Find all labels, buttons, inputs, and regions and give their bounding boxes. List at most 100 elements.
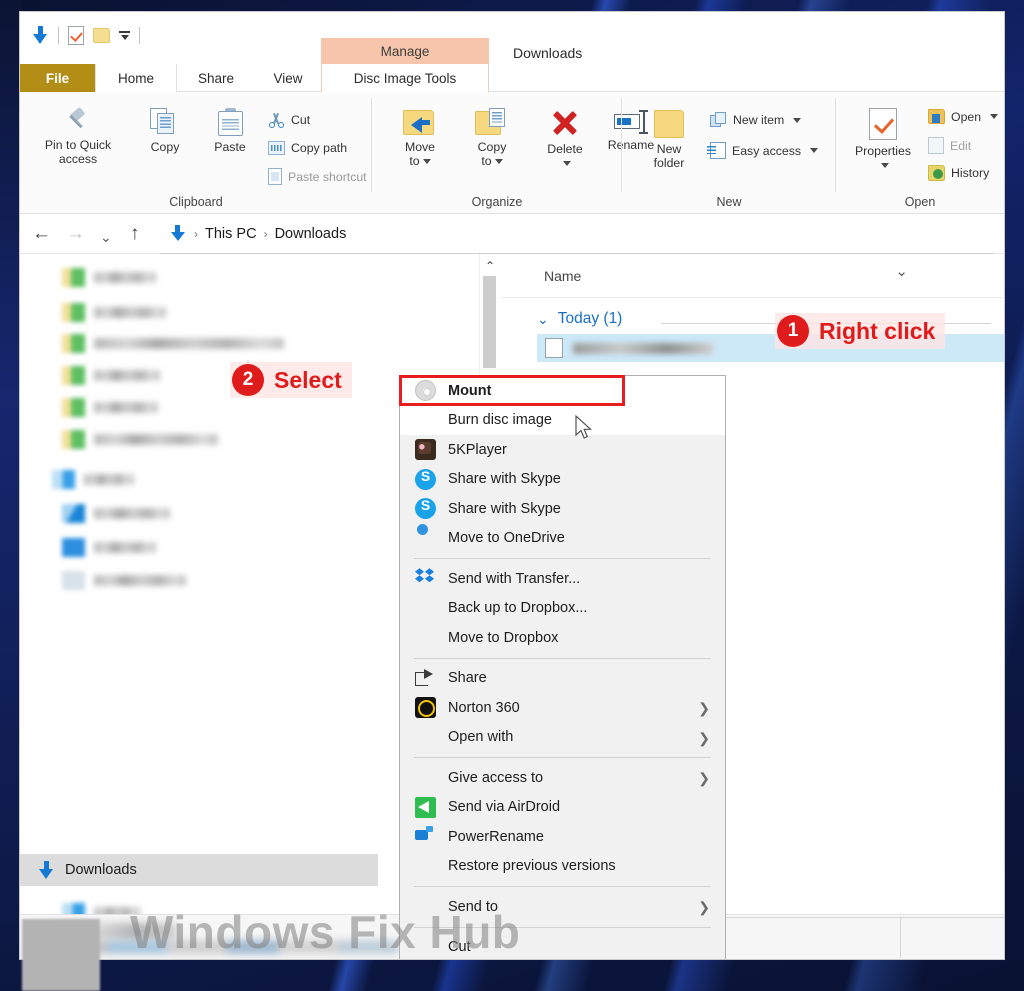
no-icon: [415, 410, 436, 431]
group-label-new: New: [716, 195, 742, 209]
tab-share[interactable]: Share: [177, 64, 255, 92]
menu-item-burn-disc-image[interactable]: Burn disc image: [400, 405, 725, 435]
menu-item-send-to[interactable]: Send to ❯: [400, 892, 725, 922]
group-label-clipboard: Clipboard: [169, 195, 223, 209]
properties-button[interactable]: Properties: [842, 108, 924, 172]
forward-button[interactable]: →: [66, 223, 85, 245]
menu-item-move-to-onedrive[interactable]: Move to OneDrive: [400, 524, 725, 554]
quick-access-toolbar[interactable]: [32, 26, 140, 45]
nav-item-blurred-10[interactable]: [62, 567, 186, 593]
menu-item-powerrename[interactable]: PowerRename: [400, 822, 725, 852]
title-bar: Manage Downloads: [20, 12, 1004, 64]
scrollbar-thumb[interactable]: [483, 276, 496, 368]
history-button[interactable]: History: [928, 165, 989, 181]
menu-item-send-via-airdroid[interactable]: Send via AirDroid: [400, 793, 725, 823]
move-to-button[interactable]: Move to: [384, 108, 456, 168]
breadcrumb[interactable]: › This PC › Downloads: [160, 214, 994, 254]
nav-item-blurred-7[interactable]: [52, 466, 134, 492]
new-item-icon: [710, 112, 727, 128]
back-button[interactable]: ←: [32, 223, 51, 245]
cut-button[interactable]: Cut: [268, 112, 310, 128]
chevron-down-icon-7[interactable]: [990, 114, 999, 119]
tab-file[interactable]: File: [20, 64, 95, 92]
context-menu[interactable]: Mount Burn disc image 5KPlayer Share wit…: [399, 375, 726, 959]
chevron-down-icon-2[interactable]: [494, 159, 503, 165]
menu-item-5kplayer[interactable]: 5KPlayer: [400, 435, 725, 465]
chevron-down-icon[interactable]: [422, 159, 431, 165]
menu-item-cut[interactable]: Cut: [400, 933, 725, 960]
nav-item-blurred-9[interactable]: [62, 534, 156, 560]
sidebar-item-downloads[interactable]: Downloads: [20, 854, 378, 886]
customize-caret-icon[interactable]: [119, 31, 130, 40]
up-button[interactable]: ↑: [130, 223, 140, 245]
chevron-down-icon-3[interactable]: [562, 161, 571, 167]
menu-item-move-to-dropbox[interactable]: Move to Dropbox: [400, 623, 725, 653]
menu-item-label: Give access to: [448, 769, 544, 786]
chevron-down-icon-6[interactable]: [880, 163, 889, 169]
norton-icon: [415, 697, 436, 719]
new-folder-icon[interactable]: [93, 28, 110, 43]
downloads-icon[interactable]: [32, 26, 49, 45]
share-icon: [415, 668, 436, 689]
nav-item-label: [94, 574, 186, 586]
copy-path-button[interactable]: Copy path: [268, 141, 347, 155]
nav-item-blurred-2[interactable]: [62, 299, 166, 325]
paste-button[interactable]: Paste: [198, 108, 262, 154]
menu-item-share-with-skype-2[interactable]: Share with Skype: [400, 494, 725, 524]
recent-locations-button[interactable]: ⌄: [100, 226, 112, 248]
open-button[interactable]: Open: [928, 109, 999, 124]
folder-icon: [62, 365, 85, 385]
nav-item-blurred-6[interactable]: [62, 426, 218, 452]
nav-item-blurred-1[interactable]: [62, 264, 156, 290]
menu-item-norton-360[interactable]: Norton 360 ❯: [400, 693, 725, 723]
chevron-down-icon-5[interactable]: [810, 148, 819, 153]
copy-button[interactable]: Copy: [132, 108, 198, 154]
nav-item-blurred-4[interactable]: [62, 362, 160, 388]
menu-item-share[interactable]: Share: [400, 664, 725, 694]
nav-item-blurred-8[interactable]: [62, 500, 170, 526]
menu-item-back-up-to-dropbox[interactable]: Back up to Dropbox...: [400, 594, 725, 624]
menu-separator-5: [414, 926, 711, 928]
crumb-downloads[interactable]: Downloads: [275, 226, 347, 242]
open-icon: [928, 109, 945, 124]
menu-item-mount[interactable]: Mount: [400, 376, 725, 406]
chevron-down-icon-4[interactable]: [793, 117, 802, 123]
menu-item-share-with-skype-1[interactable]: Share with Skype: [400, 465, 725, 495]
column-header-name[interactable]: Name: [544, 268, 581, 284]
address-bar: ← → ⌄ ↑ › This PC › Downloads: [20, 214, 1004, 254]
menu-item-give-access-to[interactable]: Give access to ❯: [400, 763, 725, 793]
scroll-up-arrow-icon[interactable]: ⌃: [485, 259, 495, 273]
new-item-button[interactable]: New item: [710, 112, 802, 128]
sidebar-item-label: Downloads: [65, 862, 137, 878]
chevron-down-icon-group[interactable]: ⌄: [537, 311, 549, 328]
group-header-today[interactable]: ⌄ Today (1): [537, 310, 622, 328]
menu-item-open-with[interactable]: Open with ❯: [400, 723, 725, 753]
easy-access-button[interactable]: Easy access: [707, 142, 819, 159]
new-folder-button[interactable]: New folder: [634, 110, 704, 170]
menu-item-send-with-transfer[interactable]: Send with Transfer...: [400, 564, 725, 594]
edit-button[interactable]: Edit: [928, 137, 971, 154]
copy-to-button[interactable]: Copy to: [456, 108, 528, 168]
column-header-row[interactable]: Name ⌄: [501, 254, 1004, 298]
copy-to-label-1: Copy: [477, 140, 507, 154]
tab-view[interactable]: View: [255, 64, 321, 92]
menu-item-restore-previous-versions[interactable]: Restore previous versions: [400, 852, 725, 882]
5kplayer-icon: [415, 439, 436, 461]
new-folder-label-1: New: [656, 142, 682, 156]
menu-item-label: Norton 360: [448, 699, 520, 716]
pin-to-quick-access-button[interactable]: Pin to Quick access: [28, 108, 128, 166]
properties-icon[interactable]: [68, 26, 84, 45]
nav-item-blurred-3[interactable]: [62, 330, 284, 356]
dropbox-icon: [415, 568, 436, 589]
delete-button[interactable]: Delete: [532, 108, 598, 170]
crumb-this-pc[interactable]: This PC: [205, 226, 257, 242]
chevron-down-icon-sort[interactable]: ⌄: [895, 262, 908, 280]
ribbon-group-organize: Move to Copy to Delete Rename Organize: [372, 92, 654, 214]
callout-select: 2 Select: [230, 362, 352, 398]
tab-home[interactable]: Home: [95, 64, 177, 92]
nav-item-blurred-5[interactable]: [62, 394, 158, 420]
pin-label-line2: access: [58, 152, 98, 166]
ribbon-group-clipboard: Pin to Quick access Copy Paste Cut Copy …: [20, 92, 372, 214]
tab-disc-image-tools[interactable]: Disc Image Tools: [321, 64, 489, 92]
paste-shortcut-button[interactable]: Paste shortcut: [268, 168, 367, 185]
